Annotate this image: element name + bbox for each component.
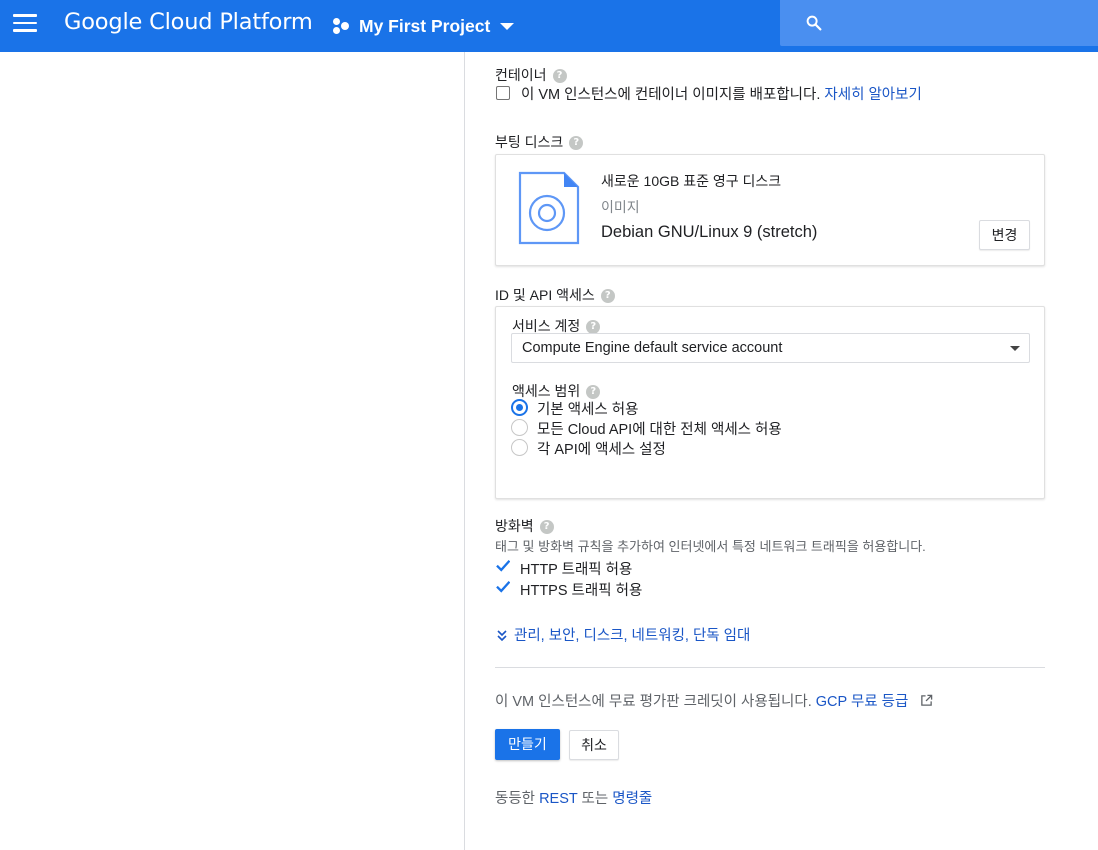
- https-checkbox[interactable]: [496, 580, 510, 594]
- learn-more-link[interactable]: 자세히 알아보기: [824, 87, 921, 103]
- project-selector[interactable]: My First Project: [332, 14, 515, 38]
- scope-option-full[interactable]: 모든 Cloud API에 대한 전체 액세스 허용: [537, 418, 782, 439]
- scope-option-custom[interactable]: 각 API에 액세스 설정: [537, 438, 666, 459]
- firewall-description: 태그 및 방화벽 규칙을 추가하여 인터넷에서 특정 네트워크 트래픽을 허용합…: [495, 539, 926, 554]
- top-app-bar: Google Cloud Platform My First Project: [0, 0, 1098, 52]
- gcp-free-tier-link[interactable]: GCP 무료 등급: [816, 694, 909, 710]
- https-checkbox-label: HTTPS 트래픽 허용: [520, 583, 643, 599]
- firewall-section-title: 방화벽?: [495, 516, 554, 536]
- help-icon[interactable]: ?: [569, 136, 584, 151]
- identity-section-title: ID 및 API 액세스?: [495, 285, 615, 305]
- brand-title[interactable]: Google Cloud Platform: [64, 9, 313, 35]
- change-disk-button[interactable]: 변경: [979, 220, 1030, 250]
- disk-type-text: 새로운 10GB 표준 영구 디스크: [601, 173, 782, 189]
- container-checkbox-text: 이 VM 인스턴스에 컨테이너 이미지를 배포합니다.: [521, 87, 821, 103]
- equivalent-links: 동등한 REST 또는 명령줄: [495, 787, 652, 808]
- scope-radio-custom[interactable]: [511, 439, 528, 456]
- rest-link[interactable]: REST: [539, 791, 577, 807]
- container-title-text: 컨테이너: [495, 67, 547, 83]
- hamburger-menu-icon[interactable]: [13, 14, 37, 32]
- chevron-down-icon: [500, 22, 515, 30]
- project-hub-icon: [332, 17, 350, 35]
- help-icon[interactable]: ?: [539, 520, 554, 535]
- search-icon: [806, 15, 822, 31]
- http-checkbox[interactable]: [496, 559, 510, 573]
- credit-text: 이 VM 인스턴스에 무료 평가판 크레딧이 사용됩니다.: [495, 694, 812, 710]
- container-section-title: 컨테이너?: [495, 65, 567, 85]
- help-icon[interactable]: ?: [600, 289, 615, 304]
- left-panel-divider: [464, 52, 465, 850]
- boot-disk-section-title: 부팅 디스크?: [495, 132, 584, 152]
- open-in-new-icon[interactable]: [920, 694, 933, 707]
- advanced-options-text: 관리, 보안, 디스크, 네트워킹, 단독 임대: [514, 628, 751, 644]
- disk-image-label: 이미지: [601, 199, 640, 215]
- boot-disk-card: 새로운 10GB 표준 영구 디스크 이미지 Debian GNU/Linux …: [495, 154, 1045, 266]
- project-name: My First Project: [359, 15, 491, 36]
- create-button[interactable]: 만들기: [495, 729, 560, 760]
- container-checkbox[interactable]: [496, 86, 510, 100]
- equivalent-or: 또는: [581, 791, 609, 807]
- dropdown-arrow-icon: [1010, 346, 1020, 351]
- equivalent-prefix: 동등한: [495, 791, 536, 807]
- container-checkbox-label: 이 VM 인스턴스에 컨테이너 이미지를 배포합니다. 자세히 알아보기: [521, 83, 922, 104]
- access-scope-label-text: 액세스 범위: [512, 383, 581, 399]
- double-chevron-down-icon: [497, 630, 507, 642]
- cancel-button[interactable]: 취소: [569, 730, 619, 760]
- free-credit-note: 이 VM 인스턴스에 무료 평가판 크레딧이 사용됩니다. GCP 무료 등급: [495, 690, 933, 711]
- identity-card: 서비스 계정? Compute Engine default service a…: [495, 306, 1045, 499]
- command-line-link[interactable]: 명령줄: [612, 791, 652, 807]
- scope-option-default[interactable]: 기본 액세스 허용: [537, 398, 638, 419]
- scope-radio-default[interactable]: [511, 399, 528, 416]
- service-account-select[interactable]: Compute Engine default service account: [511, 333, 1030, 363]
- disk-image-icon: [518, 171, 580, 245]
- service-account-label-text: 서비스 계정: [512, 318, 581, 334]
- advanced-options-expander[interactable]: 관리, 보안, 디스크, 네트워킹, 단독 임대: [496, 624, 750, 645]
- identity-title-text: ID 및 API 액세스: [495, 287, 595, 303]
- http-checkbox-label: HTTP 트래픽 허용: [520, 562, 633, 578]
- scope-radio-full[interactable]: [511, 419, 528, 436]
- help-icon[interactable]: ?: [552, 69, 567, 84]
- disk-image-name: Debian GNU/Linux 9 (stretch): [601, 223, 818, 241]
- section-divider: [495, 667, 1045, 668]
- firewall-title-text: 방화벽: [495, 518, 534, 534]
- service-account-value: Compute Engine default service account: [522, 340, 783, 356]
- search-input[interactable]: [780, 0, 1098, 46]
- boot-disk-title-text: 부팅 디스크: [495, 134, 564, 150]
